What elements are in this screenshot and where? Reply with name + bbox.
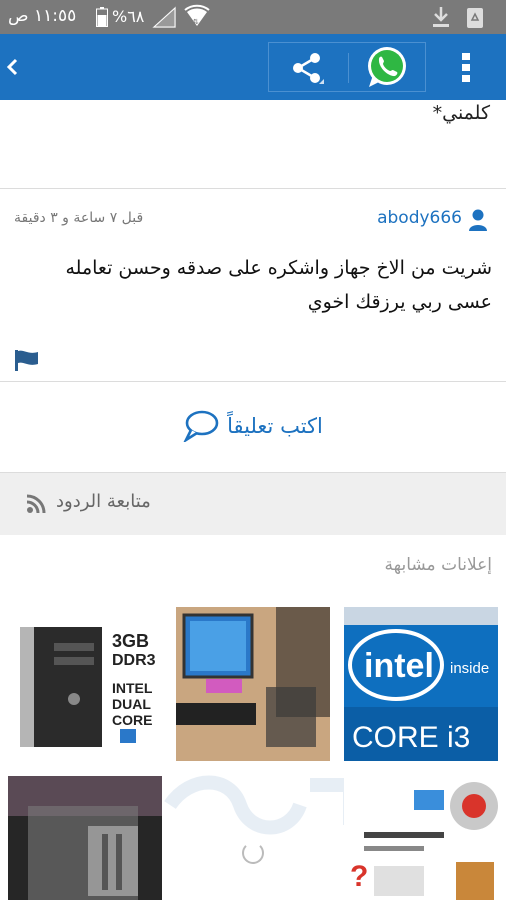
previous-comment: كلمني* (0, 100, 506, 189)
chevron-left-icon[interactable] (4, 52, 20, 82)
similar-ad-server[interactable] (8, 776, 162, 900)
spec-dual: DUAL (112, 696, 151, 712)
spec-ddr3: DDR3 (112, 652, 156, 669)
battery-percent: %٦٨ (112, 7, 145, 26)
similar-ads-title: إعلانات مشابهة (384, 555, 492, 575)
speech-bubble-icon (183, 410, 219, 442)
server-photo (8, 776, 162, 900)
intel-inside-text: inside (450, 660, 489, 677)
similar-ad-repair[interactable]: ? (344, 776, 498, 900)
comment-body: شريت من الاخ جهاز واشكره على صدقه وحسن ت… (65, 257, 492, 313)
report-flag-icon[interactable] (14, 349, 40, 371)
comment-card: abody666 قبل ٧ ساعة و ٣ دقيقة شريت من ال… (0, 189, 506, 382)
comment-timestamp: قبل ٧ ساعة و ٣ دقيقة (14, 210, 144, 226)
similar-ad-desktop[interactable] (176, 607, 330, 761)
svg-text:⇅: ⇅ (193, 18, 199, 26)
previous-comment-text: كلمني* (432, 102, 490, 124)
loading-spinner (242, 842, 264, 864)
toolbar-divider (348, 53, 349, 83)
whatsapp-icon[interactable] (365, 45, 409, 89)
spec-intel: INTEL (112, 680, 153, 696)
battery-icon (96, 7, 108, 27)
write-comment-button[interactable]: اكتب تعليقاً (0, 382, 506, 473)
status-time: ١١:٥٥ ص (8, 6, 77, 26)
write-comment-label: اكتب تعليقاً (227, 414, 323, 438)
desktop-photo (176, 607, 330, 761)
comment-username[interactable]: abody666 (377, 208, 462, 228)
similar-ad-intel[interactable]: intel inside CORE i3 (344, 607, 498, 761)
share-icon[interactable] (289, 51, 325, 85)
spec-core: CORE (112, 712, 152, 728)
repair-flyer-image: ? (344, 776, 498, 900)
toolbar (0, 34, 506, 100)
follow-replies-label: متابعة الردود (56, 491, 151, 512)
follow-replies-button[interactable]: متابعة الردود (0, 473, 506, 535)
rss-icon (26, 494, 46, 514)
share-actions (268, 42, 426, 92)
signal-icon (152, 6, 176, 28)
status-bar: ١١:٥٥ ص %٦٨ ⇅ (0, 0, 506, 34)
download-icon (433, 7, 449, 27)
spec-3gb: 3GB (112, 631, 149, 651)
intel-brand-text: intel (364, 647, 434, 685)
wifi-icon: ⇅ (184, 4, 210, 26)
svg-text:?: ? (350, 860, 368, 893)
similar-ad-compaq[interactable]: 3GB DDR3 INTEL DUAL CORE (8, 607, 162, 761)
compaq-pc-image: 3GB DDR3 INTEL DUAL CORE (8, 607, 162, 761)
similar-ads-section: إعلانات مشابهة intel inside CORE i3 3GB … (0, 535, 506, 900)
recycle-icon (467, 8, 483, 28)
intel-logo-image: intel inside CORE i3 (344, 607, 498, 761)
write-comment-row: اكتب تعليقاً (0, 406, 506, 446)
user-icon (469, 209, 487, 231)
core-i3-text: CORE i3 (352, 721, 470, 754)
overflow-menu-icon[interactable] (458, 50, 474, 84)
